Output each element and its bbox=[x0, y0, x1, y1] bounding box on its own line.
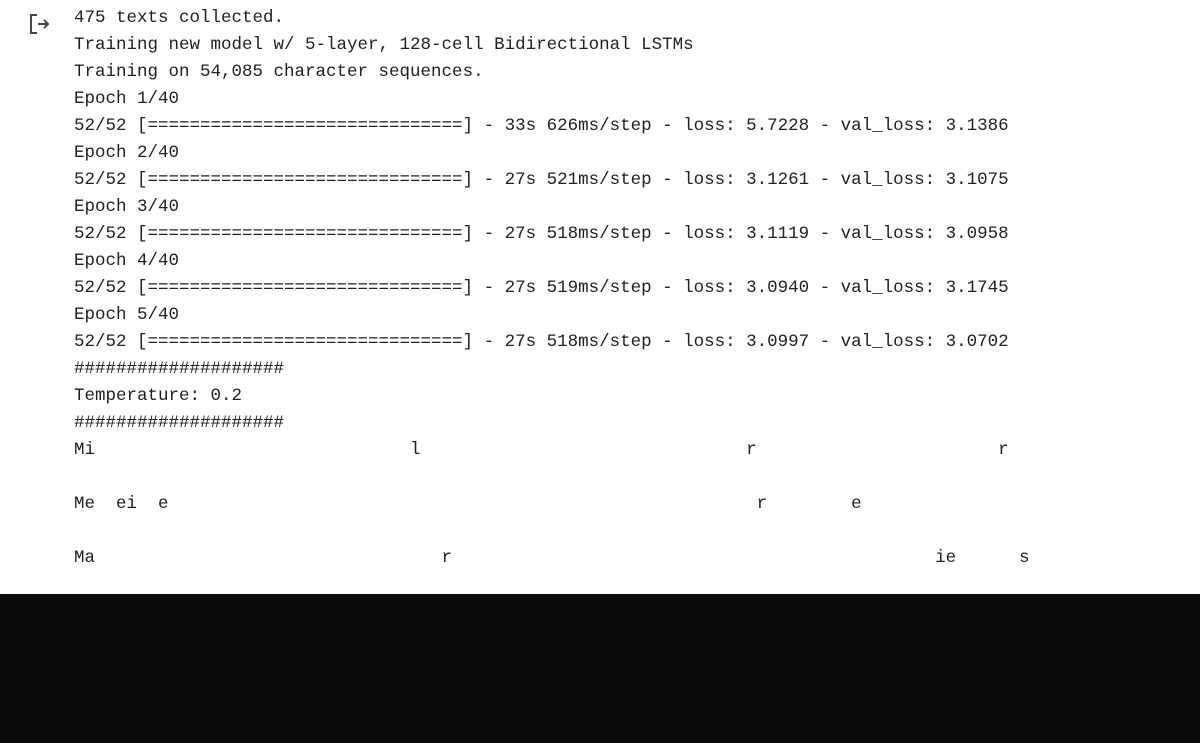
separator-line: #################### bbox=[74, 359, 285, 379]
epoch-line: Epoch 2/40 bbox=[74, 143, 180, 163]
generated-text-line: Me ei e r e bbox=[74, 494, 862, 514]
epoch-line: Epoch 5/40 bbox=[74, 305, 180, 325]
output-line: Training new model w/ 5-layer, 128-cell … bbox=[74, 35, 694, 55]
output-redirect-icon[interactable] bbox=[28, 12, 52, 36]
empty-dark-area bbox=[0, 594, 1200, 743]
progress-line: 52/52 [==============================] -… bbox=[74, 116, 1009, 136]
progress-line: 52/52 [==============================] -… bbox=[74, 170, 1009, 190]
epoch-line: Epoch 4/40 bbox=[74, 251, 180, 271]
output-line: Training on 54,085 character sequences. bbox=[74, 62, 484, 82]
temperature-line: Temperature: 0.2 bbox=[74, 386, 243, 406]
progress-line: 52/52 [==============================] -… bbox=[74, 224, 1009, 244]
epoch-line: Epoch 3/40 bbox=[74, 197, 180, 217]
progress-line: 52/52 [==============================] -… bbox=[74, 278, 1009, 298]
epoch-line: Epoch 1/40 bbox=[74, 89, 180, 109]
generated-text-line: Mi l r r bbox=[74, 440, 1009, 460]
generated-text-line: Ma r ie s bbox=[74, 548, 1030, 568]
separator-line: #################### bbox=[74, 413, 285, 433]
output-line: 475 texts collected. bbox=[74, 8, 285, 28]
progress-line: 52/52 [==============================] -… bbox=[74, 332, 1009, 352]
console-output: 475 texts collected. Training new model w… bbox=[74, 5, 1030, 572]
cell-output-panel: 475 texts collected. Training new model w… bbox=[0, 0, 1200, 594]
